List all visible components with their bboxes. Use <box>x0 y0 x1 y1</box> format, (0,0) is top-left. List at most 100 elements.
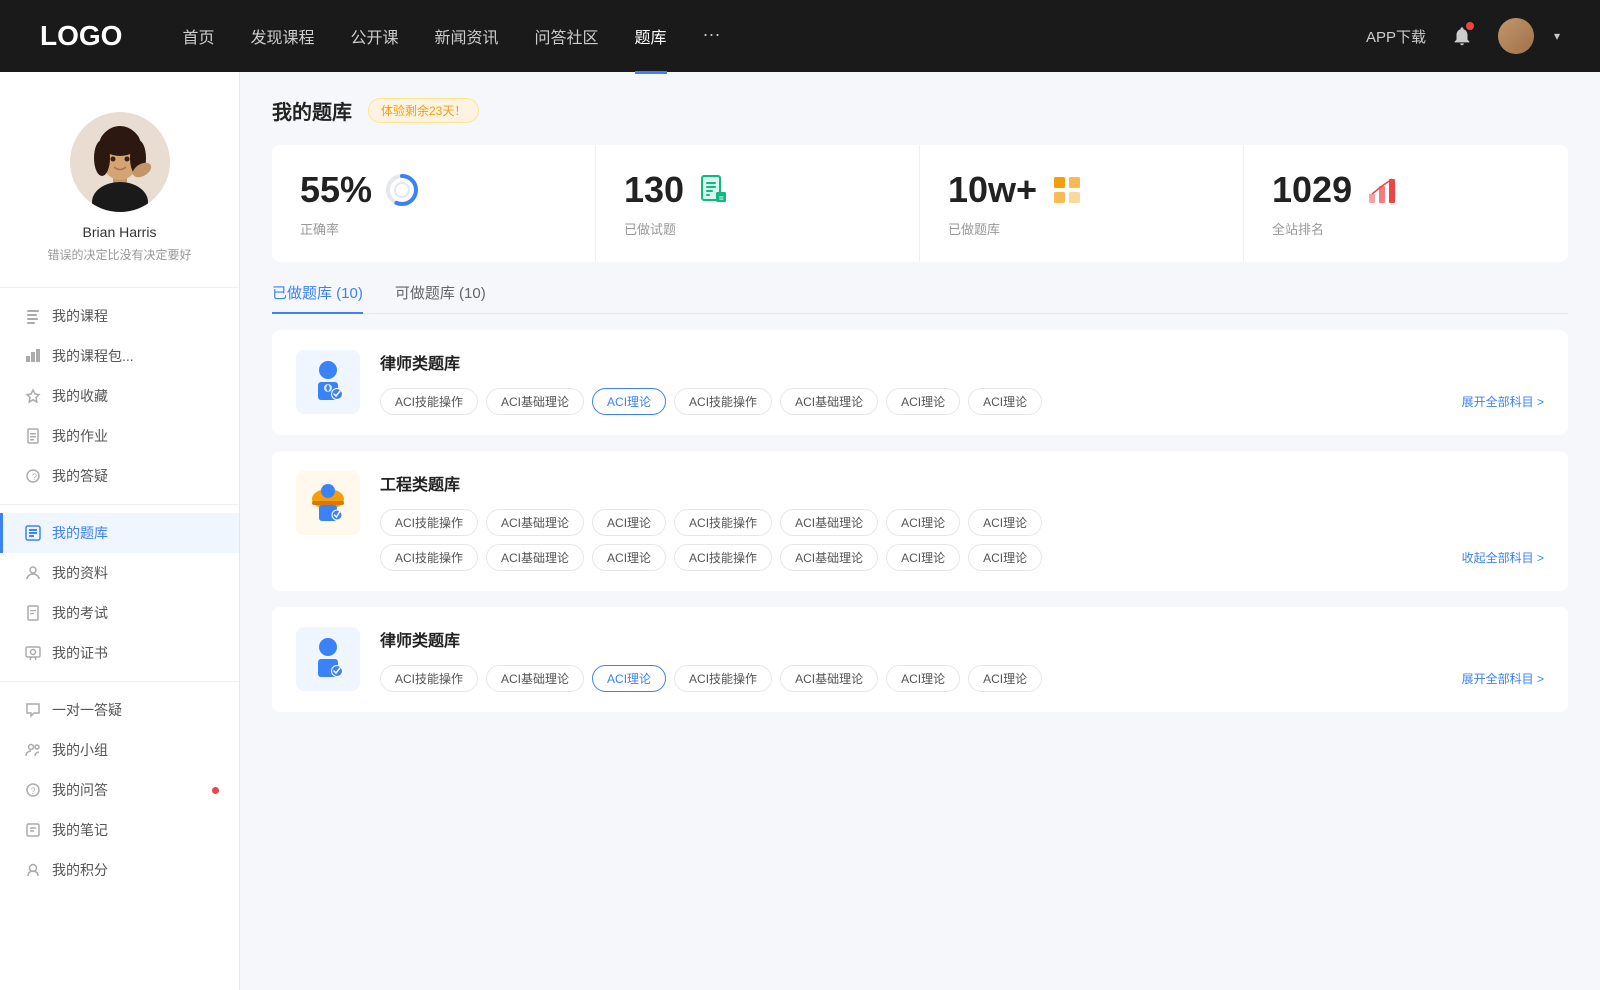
engineer-icon-svg <box>304 479 352 527</box>
nav-qbank[interactable]: 题库 <box>635 24 667 48</box>
svg-text:?: ? <box>31 786 36 796</box>
bell-icon <box>1451 25 1473 47</box>
tag-l2-5[interactable]: ACI理论 <box>886 665 960 692</box>
tag-eng-s4[interactable]: ACI基础理论 <box>780 544 878 571</box>
tag-lawyer-1-1[interactable]: ACI基础理论 <box>486 388 584 415</box>
tag-lawyer-1-3[interactable]: ACI技能操作 <box>674 388 772 415</box>
tag-eng-3[interactable]: ACI技能操作 <box>674 509 772 536</box>
banks-grid-icon <box>1049 172 1085 208</box>
tag-eng-6[interactable]: ACI理论 <box>968 509 1042 536</box>
sidebar-item-oneone[interactable]: 一对一答疑 <box>0 690 239 730</box>
profile-icon <box>24 564 42 582</box>
tag-eng-2[interactable]: ACI理论 <box>592 509 666 536</box>
page-header: 我的题库 体验剩余23天！ <box>272 96 1568 125</box>
sidebar-item-qbank[interactable]: 我的题库 <box>0 513 239 553</box>
content-area: 我的题库 体验剩余23天！ 55% 正确率 <box>240 72 1600 990</box>
sidebar-item-mycourse[interactable]: 我的课程 <box>0 296 239 336</box>
tag-l2-1[interactable]: ACI基础理论 <box>486 665 584 692</box>
tag-l2-0[interactable]: ACI技能操作 <box>380 665 478 692</box>
expand-lawyer-1[interactable]: 展开全部科目 > <box>1462 389 1544 414</box>
stat-accuracy-label: 正确率 <box>300 219 567 238</box>
stat-rank-label: 全站排名 <box>1272 219 1540 238</box>
stat-accuracy: 55% 正确率 <box>272 145 596 262</box>
nav-links: 首页 发现课程 公开课 新闻资讯 问答社区 题库 ··· <box>182 24 1326 48</box>
sidebar-item-qa[interactable]: ? 我的答疑 <box>0 456 239 496</box>
tag-eng-4[interactable]: ACI基础理论 <box>780 509 878 536</box>
sidebar-item-group[interactable]: 我的小组 <box>0 730 239 770</box>
sidebar-item-profile[interactable]: 我的资料 <box>0 553 239 593</box>
tag-eng-0[interactable]: ACI技能操作 <box>380 509 478 536</box>
collapse-engineer[interactable]: 收起全部科目 > <box>1462 545 1544 570</box>
notification-dot <box>212 787 219 794</box>
sidebar-item-notes[interactable]: 我的笔记 <box>0 810 239 850</box>
tag-eng-s1[interactable]: ACI基础理论 <box>486 544 584 571</box>
qbank-info-lawyer-1: 律师类题库 ACI技能操作 ACI基础理论 ACI理论 ACI技能操作 ACI基… <box>380 350 1544 415</box>
favorites-icon <box>24 387 42 405</box>
sidebar-divider-1 <box>0 287 239 288</box>
nav-more[interactable]: ··· <box>703 24 721 48</box>
tags-row-engineer-1: ACI技能操作 ACI基础理论 ACI理论 ACI技能操作 ACI基础理论 AC… <box>380 509 1544 536</box>
sidebar-item-exam[interactable]: 我的考试 <box>0 593 239 633</box>
nav-news[interactable]: 新闻资讯 <box>435 24 499 48</box>
svg-text:?: ? <box>32 472 37 482</box>
sidebar-item-favorites[interactable]: 我的收藏 <box>0 376 239 416</box>
nav-opencourse[interactable]: 公开课 <box>350 24 398 48</box>
qa-icon: ? <box>24 467 42 485</box>
qbank-name-engineer: 工程类题库 <box>380 471 1544 495</box>
user-avatar[interactable] <box>1498 18 1534 54</box>
nav-discover[interactable]: 发现课程 <box>250 24 314 48</box>
sidebar: Brian Harris 错误的决定比没有决定要好 我的课程 我的课程包... <box>0 72 240 990</box>
user-menu-chevron[interactable]: ▾ <box>1554 29 1560 43</box>
tab-done[interactable]: 已做题库 (10) <box>272 282 363 313</box>
tag-lawyer-1-5[interactable]: ACI理论 <box>886 388 960 415</box>
stat-rank-value: 1029 <box>1272 169 1352 211</box>
tag-eng-5[interactable]: ACI理论 <box>886 509 960 536</box>
tag-lawyer-1-6[interactable]: ACI理论 <box>968 388 1042 415</box>
tag-lawyer-1-4[interactable]: ACI基础理论 <box>780 388 878 415</box>
qbank-info-engineer: 工程类题库 ACI技能操作 ACI基础理论 ACI理论 ACI技能操作 ACI基… <box>380 471 1544 571</box>
questions-doc-icon: = <box>696 172 732 208</box>
profile-avatar <box>70 112 170 212</box>
mycourse-icon <box>24 307 42 325</box>
certificate-icon <box>24 644 42 662</box>
tag-lawyer-1-0[interactable]: ACI技能操作 <box>380 388 478 415</box>
qbank-icon-engineer <box>296 471 360 535</box>
profile-name: Brian Harris <box>20 224 219 240</box>
sidebar-item-myqa[interactable]: ? 我的问答 <box>0 770 239 810</box>
lawyer-icon-svg <box>304 358 352 406</box>
tag-eng-1[interactable]: ACI基础理论 <box>486 509 584 536</box>
stat-questions-value: 130 <box>624 169 684 211</box>
tag-l2-3[interactable]: ACI技能操作 <box>674 665 772 692</box>
tab-todo[interactable]: 可做题库 (10) <box>395 282 486 313</box>
navbar: LOGO 首页 发现课程 公开课 新闻资讯 问答社区 题库 ··· APP下载 … <box>0 0 1600 72</box>
sidebar-item-coursepackage[interactable]: 我的课程包... <box>0 336 239 376</box>
homework-icon <box>24 427 42 445</box>
stat-questions: 130 = 已做试题 <box>596 145 920 262</box>
tag-eng-s3[interactable]: ACI技能操作 <box>674 544 772 571</box>
qbank-icon-lawyer-1 <box>296 350 360 414</box>
tag-l2-2[interactable]: ACI理论 <box>592 665 666 692</box>
sidebar-item-homework[interactable]: 我的作业 <box>0 416 239 456</box>
main-layout: Brian Harris 错误的决定比没有决定要好 我的课程 我的课程包... <box>0 72 1600 990</box>
tag-eng-s6[interactable]: ACI理论 <box>968 544 1042 571</box>
expand-lawyer-2[interactable]: 展开全部科目 > <box>1462 666 1544 691</box>
qbank-card-engineer: 工程类题库 ACI技能操作 ACI基础理论 ACI理论 ACI技能操作 ACI基… <box>272 451 1568 591</box>
notification-bell[interactable] <box>1446 20 1478 52</box>
tag-eng-s0[interactable]: ACI技能操作 <box>380 544 478 571</box>
nav-home[interactable]: 首页 <box>182 24 214 48</box>
logo[interactable]: LOGO <box>40 20 122 52</box>
tag-lawyer-1-2[interactable]: ACI理论 <box>592 388 666 415</box>
tag-eng-s5[interactable]: ACI理论 <box>886 544 960 571</box>
navbar-right: APP下载 ▾ <box>1366 18 1560 54</box>
tag-eng-s2[interactable]: ACI理论 <box>592 544 666 571</box>
qbank-name-lawyer-1: 律师类题库 <box>380 350 1544 374</box>
qbank-icon <box>24 524 42 542</box>
app-download-button[interactable]: APP下载 <box>1366 26 1426 47</box>
qbank-card-lawyer-1: 律师类题库 ACI技能操作 ACI基础理论 ACI理论 ACI技能操作 ACI基… <box>272 330 1568 435</box>
tag-l2-4[interactable]: ACI基础理论 <box>780 665 878 692</box>
tag-l2-6[interactable]: ACI理论 <box>968 665 1042 692</box>
sidebar-item-certificate[interactable]: 我的证书 <box>0 633 239 673</box>
sidebar-divider-2 <box>0 504 239 505</box>
nav-qa[interactable]: 问答社区 <box>535 24 599 48</box>
sidebar-item-points[interactable]: 我的积分 <box>0 850 239 890</box>
